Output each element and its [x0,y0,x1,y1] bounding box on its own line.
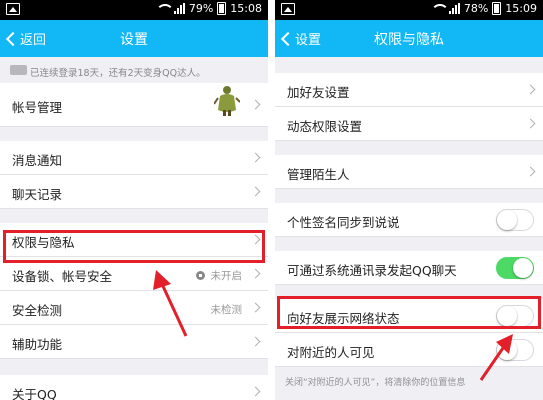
settings-item-notifications[interactable]: 消息通知 [0,141,268,175]
item-label: 个性签名同步到说说 [287,215,400,230]
nearby-visible-toggle[interactable] [496,339,534,361]
wifi-icon [430,3,449,14]
back-button[interactable]: 设置 [279,29,321,48]
item-label: 动态权限设置 [287,119,363,134]
nav-bar: 设置 权限与隐私 [275,20,543,57]
back-label: 返回 [20,33,47,48]
settings-item-accessibility[interactable]: 辅助功能 [0,325,268,359]
privacy-item-strangers[interactable]: 管理陌生人 [275,155,543,189]
item-value: 未检测 [210,304,243,316]
signal-icon [448,3,460,14]
privacy-item-signature-sync: 个性签名同步到说说 [275,203,543,237]
chevron-right-icon [525,166,536,177]
item-label: 可通过系统通讯录发起QQ聊天 [287,263,457,278]
privacy-item-nearby-visible: 对附近的人可见 [275,333,543,367]
settings-item-account[interactable]: 帐号管理 [0,83,268,127]
privacy-item-friend-request[interactable]: 加好友设置 [275,73,543,107]
item-label: 加好友设置 [287,85,350,100]
contacts-chat-toggle[interactable] [496,257,534,279]
highlight-box [277,296,541,329]
chevron-right-icon [250,99,261,110]
settings-item-about[interactable]: 关于QQ [0,375,268,400]
signature-sync-toggle[interactable] [496,209,534,231]
chevron-right-icon [250,302,261,313]
item-label: 消息通知 [12,153,63,168]
image-notification-icon [281,3,295,15]
privacy-screen: 78% 15:09 设置 权限与隐私 加好友设置 动态权限设置 管理陌生人 个性… [275,0,543,400]
chevron-right-icon [250,152,261,163]
settings-screen: 79% 15:08 返回 设置 已连续登录18天，还有2天变身QQ达人。 帐号管… [0,0,268,400]
lock-icon [195,271,205,280]
item-label: 对附近的人可见 [287,345,375,360]
privacy-item-feed-permission[interactable]: 动态权限设置 [275,107,543,141]
item-label: 安全检测 [12,303,63,318]
item-value: 未开启 [195,268,242,283]
status-bar: 79% 15:08 [0,0,268,20]
status-bar: 78% 15:09 [275,0,543,20]
image-notification-icon [6,3,20,15]
settings-item-security-check[interactable]: 安全检测 未检测 [0,291,268,325]
signal-icon [173,3,185,14]
clock: 15:09 [505,2,537,15]
clock: 15:08 [230,2,262,15]
item-label: 管理陌生人 [287,167,350,182]
login-streak-banner: 已连续登录18天，还有2天变身QQ达人。 [0,57,268,83]
avatar [214,86,240,116]
battery-icon [492,2,502,15]
nav-bar: 返回 设置 [0,20,268,57]
back-label: 设置 [295,33,322,48]
chevron-right-icon [525,84,536,95]
battery-percent: 79% [188,2,214,15]
item-label: 辅助功能 [12,337,63,352]
chevron-left-icon [5,31,21,46]
item-label: 帐号管理 [12,100,63,115]
login-streak-text: 已连续登录18天，还有2天变身QQ达人。 [30,68,206,79]
item-label: 关于QQ [12,387,57,400]
qq-badge-icon [10,65,27,75]
back-button[interactable]: 返回 [4,29,46,48]
highlight-box [3,230,265,263]
chevron-right-icon [250,386,261,397]
chevron-right-icon [250,268,261,279]
chevron-right-icon [250,336,261,347]
privacy-item-contacts-chat: 可通过系统通讯录发起QQ聊天 [275,251,543,285]
settings-item-chat-history[interactable]: 聊天记录 [0,175,268,209]
battery-icon [217,2,227,15]
battery-percent: 78% [463,2,489,15]
chevron-right-icon [525,118,536,129]
wifi-icon [155,3,174,14]
chevron-left-icon [280,31,296,46]
item-label: 设备锁、帐号安全 [12,269,113,284]
nearby-note: 关闭“对附近的人可见”，将清除你的位置信息 [285,378,466,388]
item-label: 聊天记录 [12,187,63,202]
chevron-right-icon [250,186,261,197]
